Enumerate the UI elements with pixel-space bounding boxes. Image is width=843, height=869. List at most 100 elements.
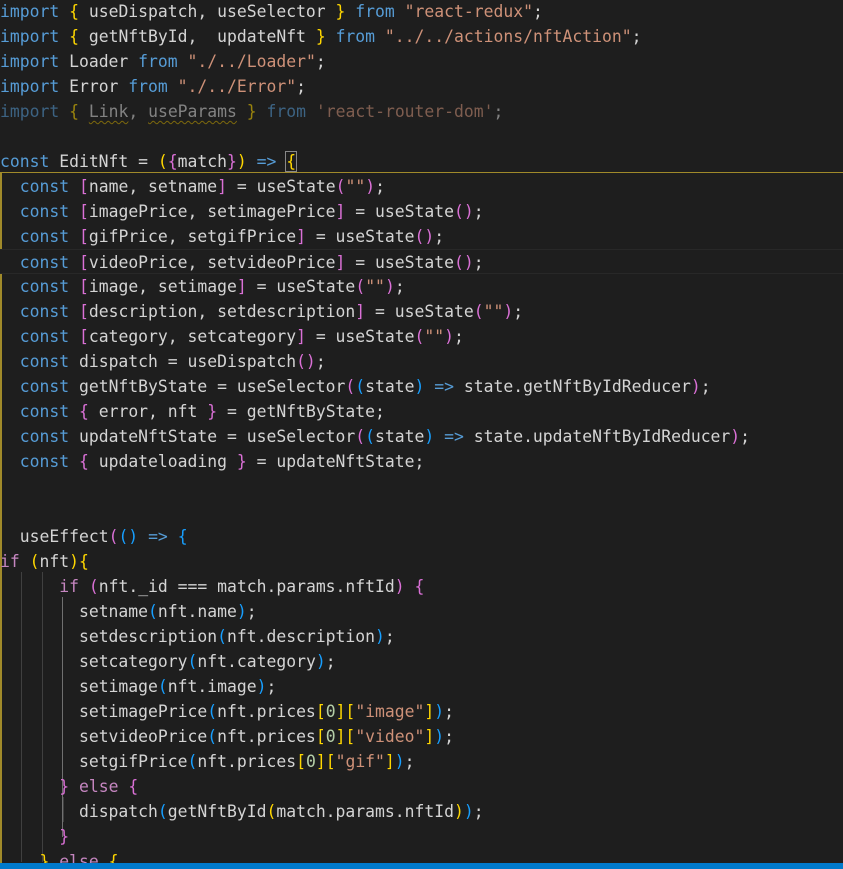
code-token: { (78, 402, 89, 421)
code-token: ( (157, 802, 168, 821)
code-token: { (167, 152, 178, 171)
code-line[interactable]: setdescription(nft.description); (0, 624, 395, 649)
code-token: ( (414, 327, 425, 346)
code-token: updateloading (88, 452, 237, 471)
code-line[interactable]: const [category, setcategory] = useState… (0, 324, 464, 349)
code-token: , (128, 102, 149, 121)
code-line[interactable]: const { error, nft } = getNftByState; (0, 399, 385, 424)
code-token: ( (217, 627, 227, 646)
code-line[interactable]: dispatch(getNftById(match.params.nftId))… (0, 799, 484, 824)
code-line[interactable]: } else { (0, 849, 118, 863)
code-token: from (128, 77, 168, 96)
code-line[interactable]: import { useDispatch, useSelector } from… (0, 0, 543, 24)
code-line[interactable]: import Loader from "./../Loader"; (0, 49, 326, 74)
code-line[interactable]: const [imagePrice, setimagePrice] = useS… (0, 199, 484, 224)
code-line[interactable]: setvideoPrice(nft.prices[0]["video"]); (0, 724, 454, 749)
code-line[interactable]: const [image, setimage] = useState(""); (0, 274, 405, 299)
code-editor[interactable]: import { useDispatch, useSelector } from… (0, 0, 843, 863)
code-token: ) (434, 727, 445, 746)
code-token: ( (187, 752, 198, 771)
code-token: [ (315, 727, 326, 746)
code-line[interactable]: const updateNftState = useSelector((stat… (0, 424, 750, 449)
code-token: ; (631, 27, 642, 46)
code-token: ; (454, 327, 464, 346)
code-token: image, setimage (88, 277, 237, 296)
code-token: ) (463, 802, 474, 821)
code-token: imagePrice, setimagePrice (88, 202, 336, 221)
code-token: { (69, 102, 79, 121)
code-line[interactable]: setcategory(nft.category); (0, 649, 336, 674)
code-line[interactable]: if (nft){ (0, 549, 89, 574)
code-token: const (19, 202, 70, 221)
code-token: setcategory (78, 652, 188, 671)
code-token: ; (513, 302, 524, 321)
code-token: const (19, 227, 70, 246)
code-token: from (138, 52, 178, 71)
code-token: state.getNftByIdReducer (454, 377, 691, 396)
code-line[interactable]: setgifPrice(nft.prices[0]["gif"]); (0, 749, 415, 774)
code-token: ) (375, 627, 385, 646)
code-token: dispatch (78, 802, 158, 821)
code-token: setgifPrice (78, 752, 188, 771)
code-token: const (19, 253, 70, 272)
code-token: ) (444, 327, 455, 346)
code-token: from (355, 2, 395, 21)
code-line[interactable]: const getNftByState = useSelector((state… (0, 374, 711, 399)
code-line[interactable]: const [videoPrice, setvideoPrice] = useS… (0, 249, 843, 274)
code-token: [ (78, 177, 89, 196)
code-line[interactable]: if (nft._id === match.params.nftId) { (0, 574, 424, 599)
code-token: [ (315, 702, 326, 721)
code-line[interactable]: setimage(nft.image); (0, 674, 276, 699)
code-token: () (453, 202, 474, 221)
code-line[interactable]: setimagePrice(nft.prices[0]["image"]); (0, 699, 454, 724)
code-line[interactable]: import Error from "./../Error"; (0, 74, 306, 99)
code-line[interactable]: const dispatch = useDispatch(); (0, 349, 326, 374)
code-token: = useState (227, 177, 336, 196)
code-token: ; (740, 427, 751, 446)
code-token: ] (355, 302, 366, 321)
code-token: => (148, 527, 168, 546)
code-line[interactable]: } (0, 824, 69, 849)
code-token: 0 (325, 727, 336, 746)
code-line[interactable]: import { getNftById, updateNft } from ".… (0, 24, 642, 49)
code-line[interactable]: } else { (0, 774, 138, 799)
code-token: else (78, 777, 119, 796)
code-token: ( (108, 527, 119, 546)
code-token: => (444, 427, 464, 446)
code-token: dispatch = useDispatch (69, 352, 297, 371)
code-token: ; (473, 802, 484, 821)
code-line[interactable]: setname(nft.name); (0, 599, 257, 624)
code-token: const (19, 352, 70, 371)
code-line[interactable]: const EditNft = ({match}) => { (0, 149, 298, 174)
code-token: ) (730, 427, 741, 446)
code-token: "./../Loader" (187, 52, 316, 71)
code-line[interactable]: useEffect(() => { (0, 524, 188, 549)
code-line[interactable]: const [gifPrice, setgifPrice] = useState… (0, 224, 444, 249)
code-token: } (236, 452, 247, 471)
code-token: const (19, 402, 70, 421)
code-line[interactable]: const { updateloading } = updateNftState… (0, 449, 425, 474)
code-token: ) (453, 802, 464, 821)
code-line[interactable]: const [description, setdescription] = us… (0, 299, 523, 324)
code-line[interactable]: const [name, setname] = useState(""); (0, 174, 385, 199)
code-line[interactable]: import { Link, useParams } from 'react-r… (0, 99, 503, 124)
status-bar[interactable] (0, 863, 843, 869)
